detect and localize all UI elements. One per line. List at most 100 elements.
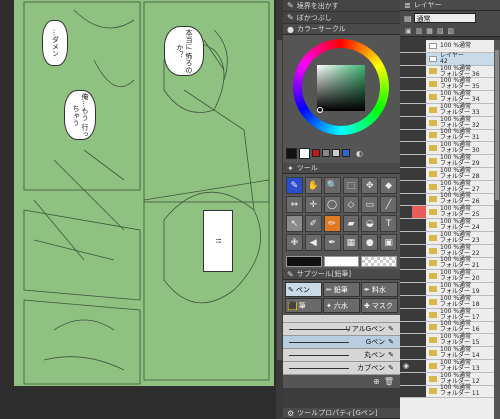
eye-icon[interactable] [400,244,412,257]
brush-item[interactable]: カブペン ✎ [283,362,400,375]
color-wheel-icon[interactable]: ◐ [356,149,363,158]
eye-icon[interactable] [400,321,412,334]
swatch-red[interactable] [312,149,320,157]
gradient-button[interactable]: ✙ [286,234,303,251]
swatch-light[interactable] [332,149,340,157]
main-color-swatch[interactable] [286,147,297,159]
eye-icon[interactable] [400,142,412,155]
layer-lock-slot[interactable] [412,257,426,270]
eye-icon[interactable] [400,52,412,65]
layer-lock-slot[interactable] [412,129,426,142]
clip-icon[interactable]: ▥ [416,27,423,35]
brush-tool-button[interactable]: ↖ [286,215,303,232]
lock-icon[interactable]: ▣ [405,27,412,35]
mask-icon[interactable]: ▨ [448,27,455,35]
layer-lock-slot[interactable] [412,308,426,321]
layer-lock-slot[interactable] [412,91,426,103]
layer-lock-slot[interactable] [412,167,426,180]
frame-button[interactable]: ▣ [380,234,397,251]
eye-icon[interactable] [400,347,412,359]
draft-icon[interactable]: ▧ [437,27,444,35]
layer-row[interactable]: ◉ 100 %通常 フォルダー 13 [400,359,500,373]
brush-settings-icon[interactable]: ✎ [388,351,394,359]
select-tool-button[interactable]: ⬚ [342,177,360,194]
correction-button[interactable]: ◀ [304,234,322,251]
pattern-button[interactable]: ▦ [342,234,360,251]
layer-lock-slot[interactable] [412,231,426,244]
layer-move-button[interactable]: ⇔ [286,196,303,213]
eye-icon[interactable] [400,385,412,398]
text-button[interactable]: T [380,215,397,232]
eye-icon[interactable] [400,65,412,78]
eye-icon[interactable] [400,206,412,219]
line-button[interactable]: ╱ [380,196,397,213]
circle-button[interactable]: ● [361,234,379,251]
eye-icon[interactable] [400,219,412,231]
eye-icon[interactable] [400,372,412,385]
layer-lock-slot[interactable] [412,359,426,372]
layer-lock-slot[interactable] [412,385,426,398]
layer-lock-slot[interactable] [412,334,426,347]
brush-settings-icon[interactable]: ✎ [388,325,394,333]
move-tool-button[interactable]: ✥ [361,177,379,194]
eye-icon[interactable] [400,103,412,116]
tool-header[interactable]: ✦ ツール [283,163,400,174]
eye-icon[interactable] [400,308,412,321]
brush-item[interactable]: リアルGペン ✎ [283,323,400,336]
eye-icon[interactable] [400,40,412,52]
layer-row[interactable]: 100 %通常 フォルダー 11 [400,385,500,399]
tool-property-header[interactable]: ⚙ ツールプロパティ[Gペン] [283,408,400,419]
layer-lock-slot[interactable] [412,347,426,359]
layer-lock-slot[interactable] [412,206,426,219]
brush-item[interactable] [283,315,400,323]
layer-row[interactable]: 100 %通常 フォルダー 18 [400,295,500,309]
eye-icon[interactable] [400,257,412,270]
layer-lock-slot[interactable] [412,40,426,52]
layer-lock-slot[interactable] [412,142,426,155]
eye-icon[interactable] [400,193,412,206]
layer-lock-slot[interactable] [412,65,426,78]
subtool-item-2[interactable]: ✎ ぼかつぶし [283,12,400,24]
eye-icon[interactable] [400,116,412,129]
add-icon[interactable]: ⊕ [373,377,380,386]
eye-icon[interactable] [400,231,412,244]
layer-lock-slot[interactable] [412,78,426,91]
layer-lock-slot[interactable] [412,219,426,231]
brush-settings-icon[interactable]: ✎ [388,338,394,346]
layer-lock-slot[interactable] [412,283,426,295]
layer-row[interactable]: レイヤー 42 [400,52,500,66]
layer-lock-slot[interactable] [412,270,426,283]
subtool-item-1[interactable]: ✎ 境界を出かす [283,0,400,12]
tab-watercolor[interactable]: ✒ 料水 [361,282,398,297]
eye-icon[interactable] [400,91,412,103]
color-picker-cursor[interactable] [317,107,323,113]
eraser-button[interactable]: ▰ [342,215,360,232]
eye-icon[interactable] [400,155,412,167]
layer-row[interactable]: 100 %通常 フォルダー 23 [400,231,500,245]
tab-airbrush[interactable]: ✦ 六水 [323,298,360,313]
tab-layers[interactable]: レイヤー [414,0,442,10]
blend-button[interactable]: ◒ [361,215,379,232]
eye-icon[interactable] [400,167,412,180]
lasso-button[interactable]: ◯ [323,196,341,213]
color-circle-panel[interactable] [283,35,400,143]
figure-button[interactable]: ◇ [342,196,360,213]
ruler-button[interactable]: ▭ [361,196,379,213]
canvas-area[interactable]: …ダメン 本当に 怖ろの か？ 俺…もう 行っちゃう !! [0,0,283,419]
layer-lock-slot[interactable] [412,321,426,334]
swatch-gray[interactable] [322,149,330,157]
subtool-header[interactable]: ✎ サブツール[鉛筆] [283,269,400,280]
sub-color-swatch[interactable] [299,147,310,159]
layer-lock-slot[interactable] [412,103,426,116]
saturation-value-square[interactable] [317,65,365,113]
layer-lock-slot[interactable] [412,244,426,257]
layer-scrollbar[interactable] [494,40,500,419]
eye-icon[interactable] [400,129,412,142]
brush-item[interactable]: Gペン ✎ [283,336,400,349]
canvas-scrollbar[interactable] [276,0,283,419]
sub-color-bar[interactable] [323,256,360,267]
eye-icon[interactable] [400,270,412,283]
pen-tool-button[interactable]: ✎ [286,177,303,194]
layer-lock-slot[interactable] [412,155,426,167]
layer-lock-slot[interactable] [412,193,426,206]
